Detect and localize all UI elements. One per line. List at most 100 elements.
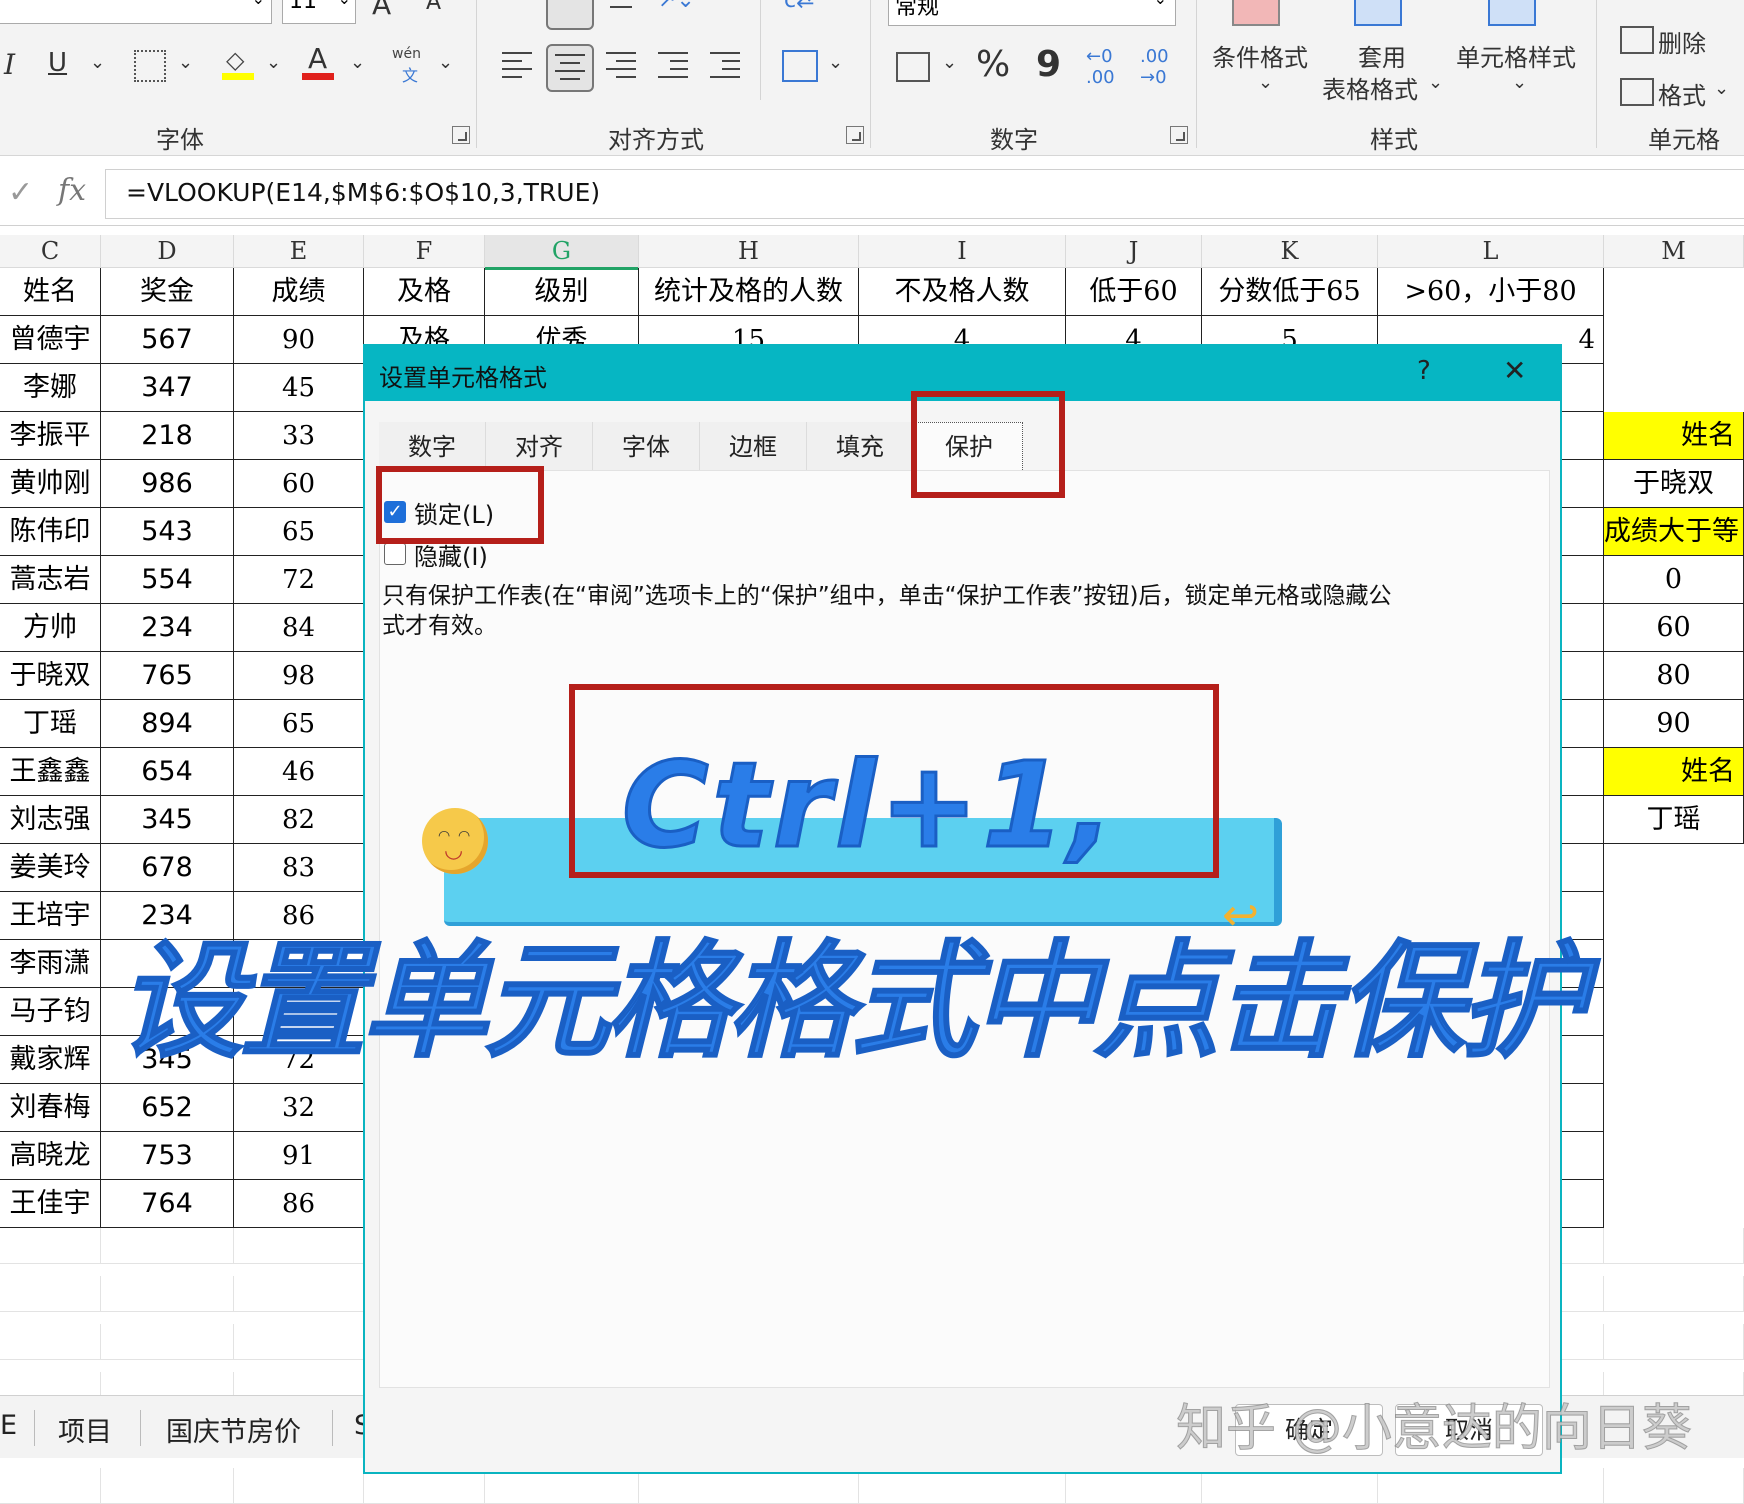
chevron-down-icon[interactable]: ⌄ [178,52,193,73]
empty-cell[interactable] [0,1276,101,1312]
table-header-cell[interactable]: 及格 [364,268,485,316]
conditional-format-button[interactable]: 条件格式 [1212,38,1308,73]
underline-icon[interactable]: U [48,48,67,78]
table-cell[interactable]: 84 [234,604,364,652]
increase-indent-icon[interactable] [710,52,740,78]
table-cell[interactable]: 567 [101,316,234,364]
table-name-cell[interactable]: 刘春梅 [0,1084,101,1132]
table-name-cell[interactable]: 马子钧 [0,988,101,1036]
font-size-box[interactable]: 11 ⌄ [282,0,356,24]
table-cell[interactable]: 32 [234,1084,364,1132]
empty-cell[interactable] [234,1228,364,1264]
tab-number[interactable]: 数字 [379,422,486,472]
empty-cell[interactable] [101,1468,234,1504]
table-name-cell[interactable]: 陈伟印 [0,508,101,556]
tab-alignment[interactable]: 对齐 [486,422,593,472]
side-cell[interactable]: 丁瑶 [1604,796,1744,844]
table-cell[interactable]: 82 [234,796,364,844]
table-cell[interactable]: 46 [234,748,364,796]
table-cell[interactable]: 765 [101,652,234,700]
empty-cell[interactable] [0,1228,101,1264]
column-header[interactable]: C [0,235,101,268]
table-header-cell[interactable]: 奖金 [101,268,234,316]
table-name-cell[interactable]: 曾德宇 [0,316,101,364]
help-icon[interactable]: ? [1417,356,1431,386]
alignment-dialog-launcher-icon[interactable] [846,126,864,144]
chevron-down-icon[interactable]: ⌄ [90,52,105,73]
column-header[interactable]: F [364,235,485,268]
table-name-cell[interactable]: 王培宇 [0,892,101,940]
insert-function-icon[interactable]: fx [58,173,86,208]
table-cell[interactable]: 72 [234,556,364,604]
table-cell[interactable]: 345 [101,796,234,844]
format-cells-icon[interactable] [1620,78,1654,106]
cell-styles-button[interactable]: 单元格样式 [1456,38,1576,73]
column-header[interactable]: D [101,235,234,268]
table-cell[interactable]: 65 [234,700,364,748]
tab-font[interactable]: 字体 [593,422,700,472]
table-name-cell[interactable]: 方帅 [0,604,101,652]
fill-color-icon[interactable]: ◇ [222,44,256,80]
table-cell[interactable]: 347 [101,364,234,412]
format-cells-button[interactable]: 格式 [1658,76,1706,111]
chevron-down-icon[interactable]: ⌄ [350,52,365,73]
side-cell[interactable]: 80 [1604,652,1744,700]
table-cell[interactable]: 764 [101,1180,234,1228]
table-header-cell[interactable]: 不及格人数 [859,268,1066,316]
column-header[interactable]: J [1066,235,1202,268]
empty-cell[interactable] [1604,1468,1744,1504]
column-header[interactable]: M [1604,235,1744,268]
wrap-text-icon[interactable]: c⇄ [784,0,815,13]
empty-cell[interactable] [101,1324,234,1360]
decrease-indent-icon[interactable] [658,52,688,78]
formula-input[interactable]: =VLOOKUP(E14,$M$6:$O$10,3,TRUE) [105,169,1744,219]
table-header-cell[interactable]: 分数低于65 [1202,268,1378,316]
table-cell[interactable]: 83 [234,844,364,892]
cell-styles-icon[interactable] [1488,0,1536,26]
table-cell[interactable]: 554 [101,556,234,604]
empty-cell[interactable] [234,1276,364,1312]
table-cell[interactable]: 543 [101,508,234,556]
empty-cell[interactable] [101,1228,234,1264]
empty-cell[interactable] [1604,1276,1744,1312]
table-name-cell[interactable]: 姜美玲 [0,844,101,892]
table-name-cell[interactable]: 黄帅刚 [0,460,101,508]
column-header[interactable]: G [485,235,639,270]
table-cell[interactable]: 678 [101,844,234,892]
empty-cell[interactable] [101,1276,234,1312]
format-as-table-icon[interactable] [1354,0,1402,26]
tab-fill[interactable]: 填充 [807,422,914,472]
table-cell[interactable]: 45 [234,364,364,412]
table-name-cell[interactable]: 于晓双 [0,652,101,700]
align-center-icon[interactable] [546,44,594,92]
font-color-icon[interactable]: A [302,42,336,80]
orientation-icon[interactable]: ↗⌄ [658,0,695,13]
table-header-cell[interactable]: 成绩 [234,268,364,316]
side-cell[interactable]: 0 [1604,556,1744,604]
table-name-cell[interactable]: 王鑫鑫 [0,748,101,796]
chevron-down-icon[interactable]: ⌄ [828,52,843,73]
comma-style-icon[interactable]: 9 [1036,44,1061,85]
chevron-down-icon[interactable]: ⌄ [1428,72,1443,93]
table-name-cell[interactable]: 李娜 [0,364,101,412]
side-cell[interactable]: 于晓双 [1604,460,1744,508]
top-align-icon[interactable] [502,0,532,18]
table-cell[interactable]: 90 [234,316,364,364]
sheet-tab-e[interactable]: E [0,1410,17,1441]
conditional-format-icon[interactable] [1232,0,1280,26]
chevron-down-icon[interactable]: ⌄ [438,52,453,73]
table-name-cell[interactable]: 丁瑶 [0,700,101,748]
column-header[interactable]: H [639,235,859,268]
table-name-cell[interactable]: 王佳宇 [0,1180,101,1228]
chevron-down-icon[interactable]: ⌄ [266,52,281,73]
table-cell[interactable]: 65 [234,508,364,556]
table-name-cell[interactable]: 戴家辉 [0,1036,101,1084]
table-name-cell[interactable]: 李振平 [0,412,101,460]
side-cell[interactable]: 姓名 [1604,412,1744,460]
table-name-cell[interactable]: 蒿志岩 [0,556,101,604]
table-cell[interactable]: 60 [234,460,364,508]
table-cell[interactable]: 894 [101,700,234,748]
bottom-align-icon[interactable] [606,0,636,18]
table-cell[interactable]: 218 [101,412,234,460]
table-name-cell[interactable]: 李雨潇 [0,940,101,988]
